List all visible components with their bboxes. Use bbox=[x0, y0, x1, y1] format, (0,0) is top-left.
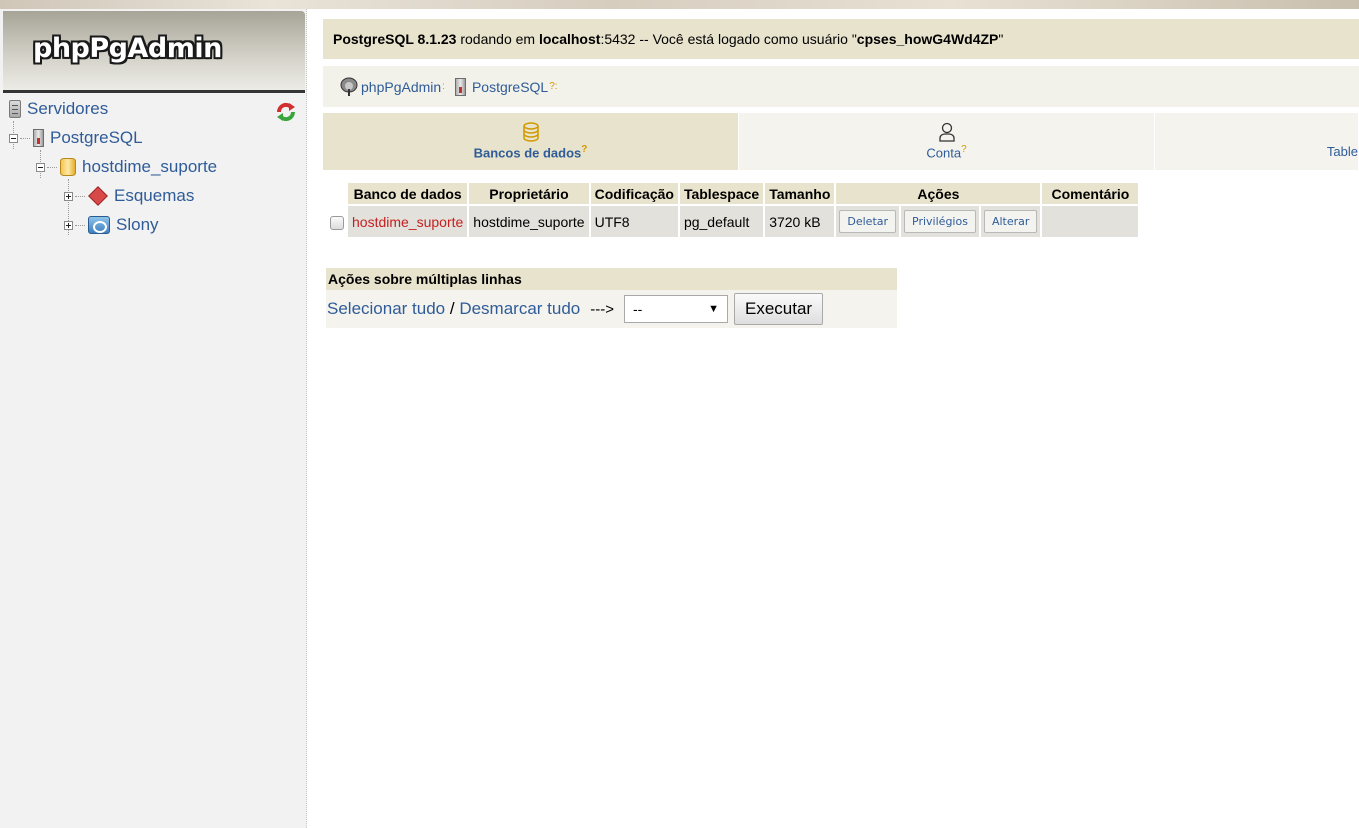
privileges-button[interactable]: Privilégios bbox=[904, 210, 976, 233]
logo: phpPgAdmin bbox=[33, 33, 222, 64]
server-info-bar: PostgreSQL 8.1.23 rodando em localhost:5… bbox=[323, 19, 1359, 59]
column-header: Ações bbox=[836, 183, 1041, 204]
tab-tablespaces-label: Table bbox=[1326, 144, 1358, 159]
tree-label-servers[interactable]: Servidores bbox=[27, 99, 108, 119]
sidebar: phpPgAdmin Servidores PostgreSQL hostdim… bbox=[0, 9, 307, 828]
tree-item-schemas[interactable]: Esquemas bbox=[64, 184, 194, 208]
database-link[interactable]: hostdime_suporte bbox=[352, 214, 463, 230]
tree-item-slony[interactable]: Slony bbox=[64, 213, 159, 237]
help-icon[interactable]: : bbox=[442, 81, 445, 92]
help-icon[interactable]: ? bbox=[961, 144, 967, 155]
tree-label-postgresql[interactable]: PostgreSQL bbox=[50, 128, 143, 148]
collapse-icon[interactable] bbox=[9, 133, 18, 143]
elephant-icon bbox=[340, 77, 358, 96]
main-content: PostgreSQL 8.1.23 rodando em localhost:5… bbox=[316, 9, 1359, 828]
dropdown-arrow-icon: ▼ bbox=[708, 303, 719, 315]
owner-cell: hostdime_suporte bbox=[469, 206, 589, 237]
tab-account-label: Conta bbox=[926, 145, 962, 161]
multi-row-actions: Ações sobre múltiplas linhas Selecionar … bbox=[326, 268, 897, 328]
column-header[interactable]: Comentário bbox=[1042, 183, 1139, 204]
databases-table: Banco de dados Proprietário Codificação … bbox=[326, 181, 1140, 239]
expand-icon[interactable] bbox=[64, 220, 73, 230]
deselect-all-link[interactable]: Desmarcar tudo bbox=[459, 299, 580, 319]
logo-area[interactable]: phpPgAdmin bbox=[3, 11, 305, 93]
column-header[interactable]: Tablespace bbox=[679, 183, 764, 204]
tab-databases[interactable]: Bancos de dados? bbox=[323, 113, 739, 170]
login-text: :5432 -- Você está logado como usuário " bbox=[600, 31, 857, 47]
expand-icon[interactable] bbox=[64, 191, 73, 201]
select-all-link[interactable]: Selecionar tudo bbox=[327, 299, 445, 319]
multi-actions-row: Selecionar tudo / Desmarcar tudo ---> --… bbox=[326, 290, 897, 328]
separator: / bbox=[445, 299, 460, 318]
encoding-cell: UTF8 bbox=[590, 206, 678, 237]
host-name: localhost bbox=[538, 31, 601, 47]
comment-cell bbox=[1042, 206, 1139, 237]
execute-button[interactable]: Executar bbox=[734, 293, 824, 325]
row-checkbox[interactable] bbox=[330, 215, 344, 230]
tab-databases-label: Bancos de dados bbox=[473, 145, 582, 161]
servers-icon bbox=[9, 100, 21, 118]
tree-item-database[interactable]: hostdime_suporte bbox=[36, 155, 217, 179]
schema-icon bbox=[88, 187, 108, 205]
column-header[interactable]: Codificação bbox=[590, 183, 678, 204]
tree-label-schemas[interactable]: Esquemas bbox=[114, 186, 194, 206]
arrow-text: ---> bbox=[590, 300, 614, 318]
tree-label-slony[interactable]: Slony bbox=[116, 215, 159, 235]
database-icon bbox=[60, 158, 76, 176]
tree-item-servers[interactable]: Servidores bbox=[9, 97, 108, 121]
breadcrumb-postgresql[interactable]: PostgreSQL ?: bbox=[454, 77, 558, 96]
running-on-text: rodando em bbox=[456, 31, 539, 47]
column-header[interactable]: Tamanho bbox=[765, 183, 835, 204]
help-icon[interactable]: ? bbox=[581, 144, 587, 155]
size-cell: 3720 kB bbox=[765, 206, 835, 237]
alter-button[interactable]: Alterar bbox=[983, 210, 1038, 233]
server-icon bbox=[454, 77, 466, 96]
tablespace-cell: pg_default bbox=[679, 206, 764, 237]
refresh-icon[interactable] bbox=[276, 102, 296, 122]
slony-icon bbox=[88, 216, 110, 234]
tab-tablespaces[interactable]: Table bbox=[1155, 113, 1359, 170]
action-select-value: -- bbox=[633, 301, 643, 317]
breadcrumb-app-label: phpPgAdmin bbox=[361, 78, 442, 95]
breadcrumb-phppgadmin[interactable]: phpPgAdmin : bbox=[339, 77, 445, 97]
action-select[interactable]: -- ▼ bbox=[624, 295, 728, 323]
column-header[interactable]: Proprietário bbox=[469, 183, 589, 204]
multi-actions-title: Ações sobre múltiplas linhas bbox=[326, 268, 897, 290]
server-icon bbox=[33, 129, 44, 147]
collapse-icon[interactable] bbox=[36, 162, 45, 172]
table-header-row: Banco de dados Proprietário Codificação … bbox=[328, 183, 1139, 204]
user-name: cpses_howG4Wd4ZP bbox=[856, 31, 999, 47]
help-icon[interactable]: ?: bbox=[549, 81, 557, 92]
tree-item-postgresql[interactable]: PostgreSQL bbox=[9, 126, 143, 150]
user-icon bbox=[938, 123, 955, 142]
table-row: hostdime_suporte hostdime_suporte UTF8 p… bbox=[328, 206, 1139, 237]
tab-bar: Bancos de dados? Conta? Table bbox=[323, 113, 1359, 170]
browser-top-strip bbox=[0, 0, 1359, 9]
database-icon bbox=[522, 122, 539, 143]
server-version: PostgreSQL 8.1.23 bbox=[333, 31, 457, 47]
column-header[interactable]: Banco de dados bbox=[348, 183, 468, 204]
tab-account[interactable]: Conta? bbox=[739, 113, 1155, 170]
tree-label-database[interactable]: hostdime_suporte bbox=[82, 157, 217, 177]
breadcrumb-server-label: PostgreSQL bbox=[471, 78, 549, 95]
delete-button[interactable]: Deletar bbox=[839, 210, 897, 233]
breadcrumb: phpPgAdmin : PostgreSQL ?: bbox=[323, 66, 1359, 107]
